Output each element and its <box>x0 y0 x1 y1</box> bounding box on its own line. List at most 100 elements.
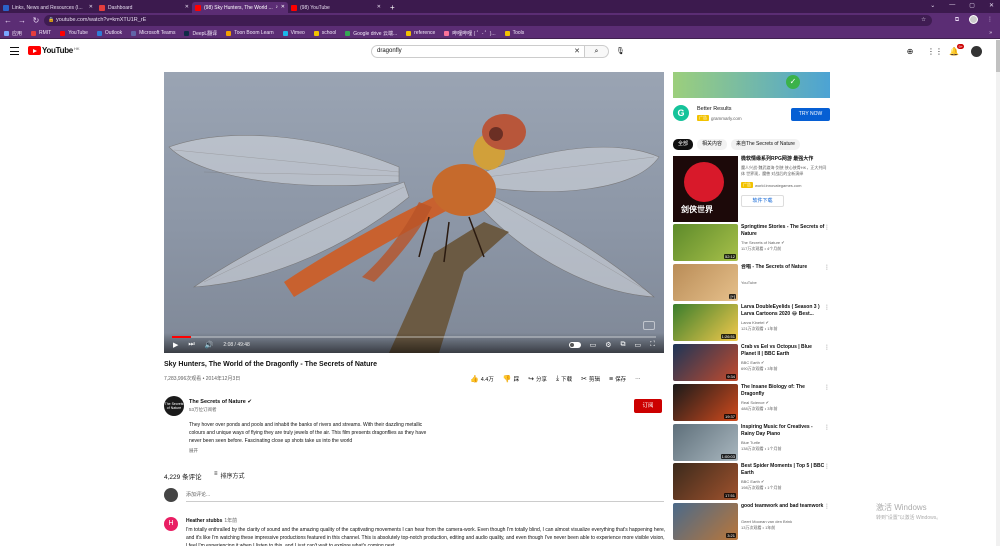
recommended-title[interactable]: Crab vs Eel vs Octopus | Blue Planet II … <box>741 344 827 358</box>
ad-banner-image[interactable]: ✓ <box>673 72 830 98</box>
tab-search-icon[interactable]: ⌄ <box>930 2 935 9</box>
show-more-link[interactable]: 展开 <box>189 448 198 454</box>
new-tab-button[interactable]: + <box>384 2 401 13</box>
video-thumbnail[interactable]: 9:34 <box>673 344 738 381</box>
recommended-channel[interactable]: Larva Kinetel ✔ <box>741 320 769 325</box>
game-ad[interactable]: 剑侠世界 微软情缘系列RPG网游 最强大作 魔人兴战·魏武渡海·剑侠 侠心侠骨H… <box>673 156 830 222</box>
game-ad-thumbnail[interactable]: 剑侠世界 <box>673 156 738 222</box>
channel-name[interactable]: The Secrets of Nature ✔ <box>189 399 252 405</box>
dislike-button[interactable]: 👎 踩 <box>503 375 519 383</box>
clip-button[interactable]: ✂ 剪辑 <box>581 375 600 383</box>
lock-icon[interactable]: 🔒 <box>48 15 54 26</box>
recommended-channel[interactable]: Blue Turtle <box>741 440 760 445</box>
star-icon[interactable]: ☆ <box>921 15 926 26</box>
more-vert-icon[interactable]: ⋮ <box>824 344 830 351</box>
comment-input[interactable]: 添加评论... <box>186 491 664 502</box>
video-thumbnail[interactable]: 52:12 <box>673 224 738 261</box>
volume-icon[interactable]: 🔊 <box>205 341 214 349</box>
bookmark-item[interactable]: Outlook <box>96 30 122 36</box>
subtitles-icon[interactable]: ▭ <box>590 341 597 349</box>
share-button[interactable]: ↪ 分享 <box>528 375 547 383</box>
grammarly-ad[interactable]: ✓ G Better Results 广告 grammarly.com TRY N… <box>673 72 830 132</box>
search-input[interactable]: dragonfly ✕ <box>371 45 585 58</box>
reload-icon[interactable]: ↻ <box>30 16 42 25</box>
fullscreen-icon[interactable]: ⛶ <box>650 341 655 349</box>
extensions-icon[interactable]: ⧉ <box>953 16 961 24</box>
bookmark-folder[interactable]: reference <box>406 30 435 36</box>
recommended-video[interactable]: 52:12 Springtime Stories - The Secrets of… <box>673 224 830 262</box>
comment-avatar[interactable]: H <box>164 517 178 531</box>
close-icon[interactable]: ✕ <box>89 4 93 10</box>
browser-tab[interactable]: (98) YouTube ✕ <box>288 2 384 13</box>
subscribe-button[interactable]: 订阅 <box>634 399 662 413</box>
maximize-button[interactable]: ▢ <box>969 2 975 9</box>
bookmark-item[interactable]: Microsoft Teams <box>131 30 175 36</box>
video-player[interactable]: ▶ ⏭ 🔊 2:08 / 49:48 ▭ ⚙ ⧉ ▭ ⛶ <box>164 72 664 353</box>
search-button[interactable]: ⌕ <box>585 45 609 58</box>
close-icon[interactable]: ✕ <box>185 4 189 10</box>
chip-from-channel[interactable]: 来自The Secrets of Nature <box>731 139 800 150</box>
scrollbar-thumb[interactable] <box>996 40 1000 72</box>
like-button[interactable]: 👍 4.4万 <box>470 375 494 383</box>
bookmark-item[interactable]: 应用 <box>4 30 22 37</box>
account-avatar[interactable] <box>971 46 982 57</box>
page-scrollbar[interactable] <box>996 40 1000 546</box>
clear-icon[interactable]: ✕ <box>574 46 580 57</box>
comment-author[interactable]: Heather stubbs 1年前 <box>186 517 237 524</box>
chip-all[interactable]: 全部 <box>673 139 694 150</box>
more-vert-icon[interactable]: ⋮ <box>824 503 830 510</box>
more-button[interactable]: ··· <box>635 376 641 382</box>
recommended-title[interactable]: Springtime Stories - The Secrets of Natu… <box>741 224 827 238</box>
download-app-button[interactable]: 软件下载 <box>741 195 784 207</box>
video-thumbnail[interactable]: 1:26:51 <box>673 304 738 341</box>
more-vert-icon[interactable]: ⋮ <box>824 224 830 231</box>
browser-tab[interactable]: Links, News and Resources (I... ✕ <box>0 2 96 13</box>
recommended-video[interactable]: 9:34 Crab vs Eel vs Octopus | Blue Planet… <box>673 344 830 382</box>
forward-icon[interactable]: → <box>16 16 28 25</box>
progress-bar[interactable] <box>172 336 656 338</box>
settings-gear-icon[interactable]: ⚙ <box>605 341 611 349</box>
youtube-logo[interactable]: YouTube HK <box>28 46 80 55</box>
recommended-title[interactable]: Larva DoubleEyelids ( Season 3 ) Larva C… <box>741 304 827 318</box>
channel-avatar[interactable]: The Secrets of Nature <box>164 396 184 416</box>
more-vert-icon[interactable]: ⋮ <box>824 304 830 311</box>
bookmarks-more[interactable]: » <box>989 30 992 36</box>
recommended-title[interactable]: Best Spider Moments | Top 5 | BBC Earth <box>741 463 827 477</box>
minimize-button[interactable]: — <box>949 2 955 9</box>
video-thumbnail[interactable]: 17:51 <box>673 463 738 500</box>
recommended-channel[interactable]: The Secrets of Nature ✔ <box>741 240 785 245</box>
back-icon[interactable]: ← <box>2 16 14 25</box>
chip-related[interactable]: 相关内容 <box>697 139 728 150</box>
mic-icon[interactable]: 🎙 <box>616 47 625 55</box>
bookmark-item[interactable]: Toon Boom Learn <box>226 30 274 36</box>
bookmark-folder[interactable]: Tools <box>504 30 524 36</box>
video-thumbnail[interactable]: 3:21 <box>673 503 738 540</box>
autoplay-toggle[interactable] <box>568 342 581 348</box>
speaker-icon[interactable]: ♪ <box>276 4 279 10</box>
recommended-title[interactable]: Inspiring Music for Creatives - Rainy Da… <box>741 424 827 438</box>
recommended-video[interactable]: [+] 合唱 - The Secrets of Nature YouTube ⋮ <box>673 264 830 302</box>
menu-icon[interactable]: ⋮ <box>986 16 994 24</box>
profile-avatar[interactable] <box>969 15 978 24</box>
bookmark-item[interactable]: RMIT <box>31 30 51 36</box>
bookmark-folder[interactable]: school <box>313 30 336 36</box>
recommended-video[interactable]: 1:26:51 Larva DoubleEyelids ( Season 3 ) … <box>673 304 830 342</box>
bookmark-item[interactable]: DeepL翻译 <box>184 30 217 37</box>
recommended-channel[interactable]: BBC Earth ✔ <box>741 479 764 484</box>
create-video-icon[interactable]: ⊕ <box>905 47 915 56</box>
recommended-title[interactable]: good teamwork and bad teamwork <box>741 503 827 510</box>
recommended-video[interactable]: 1:00:03 Inspiring Music for Creatives - R… <box>673 424 830 462</box>
recommended-video[interactable]: 19:37 The Insane Biology of: The Dragonfl… <box>673 384 830 422</box>
bookmark-item[interactable]: 哔哩哔哩 ( ゜- ゜)... <box>444 30 496 37</box>
video-thumbnail[interactable]: 19:37 <box>673 384 738 421</box>
video-thumbnail[interactable]: 1:00:03 <box>673 424 738 461</box>
recommended-title[interactable]: The Insane Biology of: The Dragonfly <box>741 384 827 398</box>
hamburger-menu-icon[interactable] <box>10 47 19 55</box>
recommended-channel[interactable]: YouTube <box>741 280 757 285</box>
recommended-channel[interactable]: Real Science ✔ <box>741 400 769 405</box>
bell-icon[interactable]: 🔔 9+ <box>949 44 964 56</box>
next-icon[interactable]: ⏭ <box>188 341 194 349</box>
video-thumbnail[interactable]: [+] <box>673 264 738 301</box>
channel-watermark[interactable] <box>643 321 655 330</box>
bookmark-item[interactable]: Vimeo <box>282 30 305 36</box>
